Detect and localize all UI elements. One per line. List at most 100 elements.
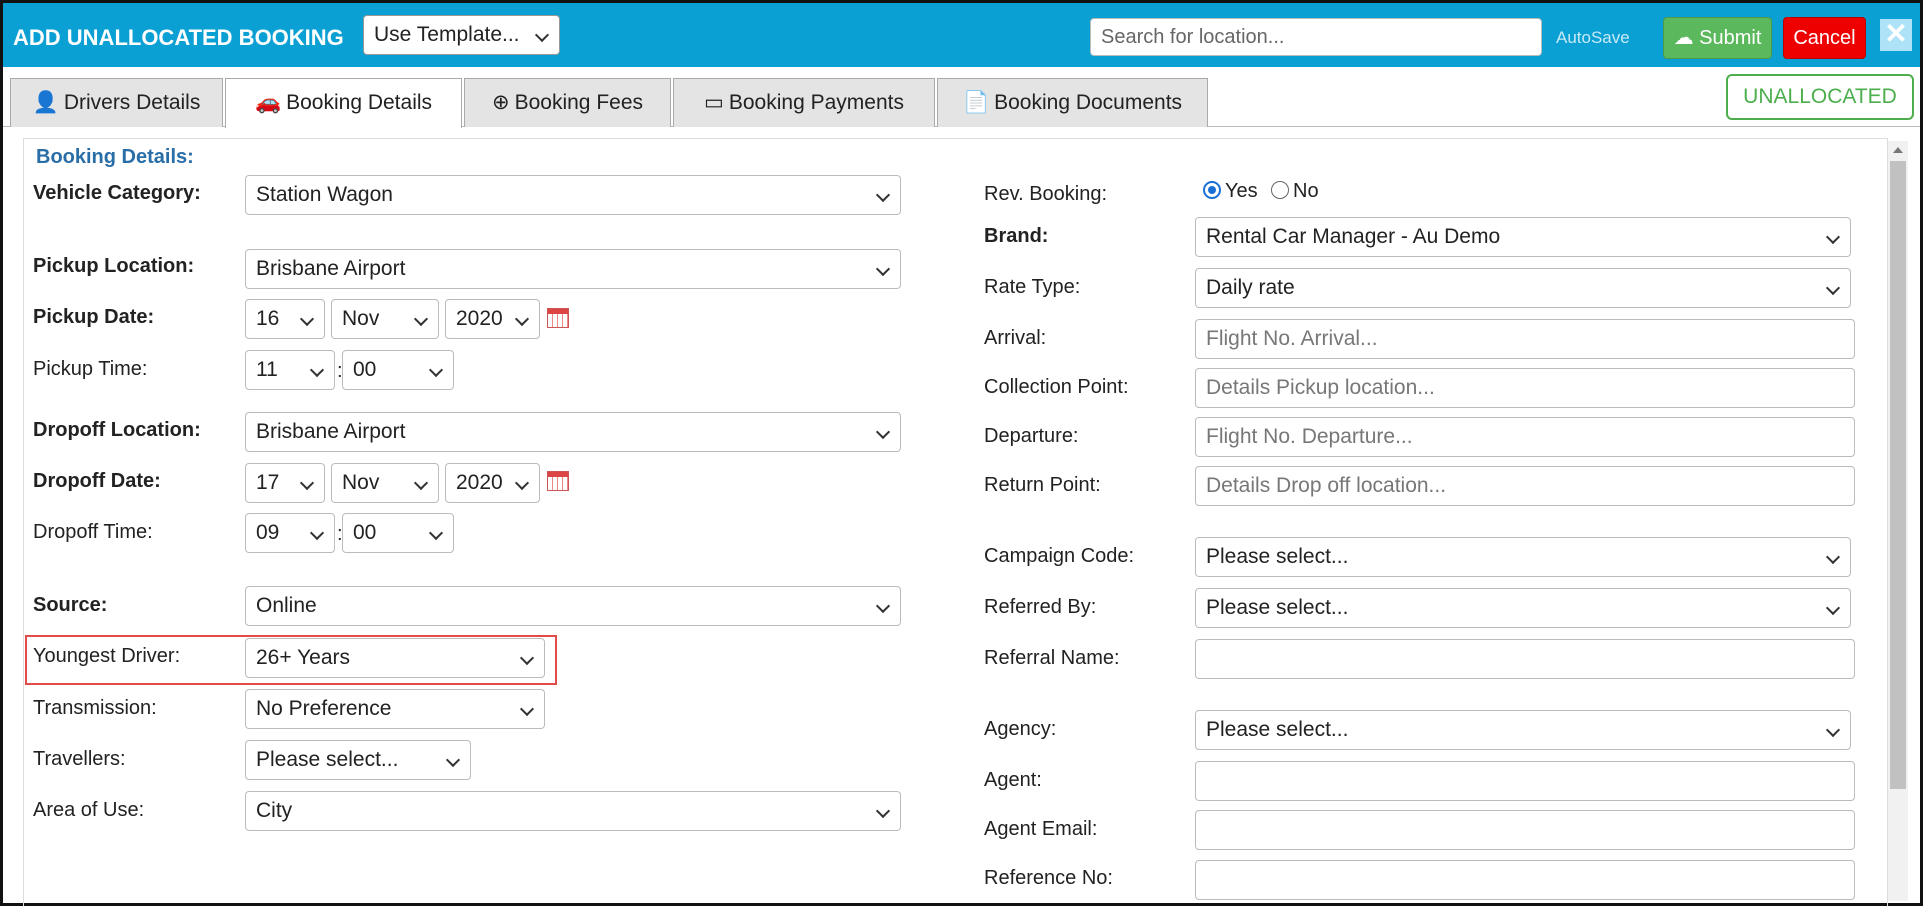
dropoff-time-label: Dropoff Time: bbox=[33, 521, 153, 543]
vehicle-category-label: Vehicle Category: bbox=[33, 182, 201, 204]
chevron-down-icon bbox=[875, 598, 891, 614]
referral-name-input[interactable] bbox=[1195, 639, 1855, 679]
departure-input[interactable]: Flight No. Departure... bbox=[1195, 417, 1855, 457]
pickup-date-label: Pickup Date: bbox=[33, 306, 155, 328]
tab-booking-details[interactable]: 🚗 Booking Details bbox=[225, 78, 462, 128]
chevron-down-icon bbox=[309, 362, 325, 378]
vertical-scrollbar[interactable] bbox=[1888, 141, 1908, 901]
agent-email-label: Agent Email: bbox=[984, 818, 1098, 840]
area-of-use-select[interactable]: City bbox=[245, 791, 901, 831]
pickup-time-label: Pickup Time: bbox=[33, 358, 148, 380]
tab-booking-fees[interactable]: ⊕ Booking Fees bbox=[464, 78, 671, 127]
chevron-down-icon bbox=[519, 701, 535, 717]
chevron-down-icon bbox=[428, 362, 444, 378]
chevron-down-icon bbox=[875, 261, 891, 277]
reference-no-label: Reference No: bbox=[984, 867, 1113, 889]
chevron-down-icon bbox=[445, 752, 461, 768]
rate-type-label: Rate Type: bbox=[984, 276, 1081, 298]
referred-by-label: Referred By: bbox=[984, 596, 1097, 618]
departure-label: Departure: bbox=[984, 425, 1079, 447]
source-select[interactable]: Online bbox=[245, 586, 901, 626]
pickup-month-select[interactable]: Nov bbox=[331, 299, 439, 339]
location-search-input[interactable]: Search for location... bbox=[1090, 18, 1542, 56]
chevron-down-icon bbox=[309, 525, 325, 541]
dropoff-year-select[interactable]: 2020 bbox=[445, 463, 540, 503]
cloud-upload-icon: ☁ bbox=[1673, 27, 1694, 49]
dropoff-date-label: Dropoff Date: bbox=[33, 470, 161, 492]
rate-type-select[interactable]: Daily rate bbox=[1195, 268, 1851, 308]
status-badge: UNALLOCATED bbox=[1726, 74, 1914, 120]
referred-by-select[interactable]: Please select... bbox=[1195, 588, 1851, 628]
tab-booking-payments[interactable]: ▭ Booking Payments bbox=[673, 78, 935, 127]
booking-window: ADD UNALLOCATED BOOKING Use Template... … bbox=[0, 0, 1923, 906]
user-icon: 👤 bbox=[32, 91, 59, 114]
page-title: ADD UNALLOCATED BOOKING bbox=[13, 25, 344, 50]
dropoff-location-select[interactable]: Brisbane Airport bbox=[245, 412, 901, 452]
chevron-down-icon bbox=[299, 475, 315, 491]
close-icon[interactable]: ✕ bbox=[1880, 19, 1912, 51]
arrival-input[interactable]: Flight No. Arrival... bbox=[1195, 319, 1855, 359]
transmission-label: Transmission: bbox=[33, 697, 157, 719]
rev-booking-yes-label: Yes bbox=[1225, 180, 1258, 202]
chevron-down-icon bbox=[428, 525, 444, 541]
cancel-button[interactable]: Cancel bbox=[1783, 17, 1866, 59]
travellers-label: Travellers: bbox=[33, 748, 126, 770]
chevron-down-icon bbox=[534, 27, 550, 43]
dropoff-location-label: Dropoff Location: bbox=[33, 419, 201, 441]
chevron-down-icon bbox=[875, 803, 891, 819]
header-bar: ADD UNALLOCATED BOOKING Use Template... … bbox=[3, 3, 1920, 67]
chevron-down-icon bbox=[299, 311, 315, 327]
collection-point-input[interactable]: Details Pickup location... bbox=[1195, 368, 1855, 408]
rev-booking-no-radio[interactable] bbox=[1271, 181, 1289, 199]
credit-card-icon: ▭ bbox=[704, 91, 724, 114]
chevron-down-icon bbox=[519, 650, 535, 666]
travellers-select[interactable]: Please select... bbox=[245, 740, 471, 780]
agency-label: Agency: bbox=[984, 718, 1057, 740]
arrival-label: Arrival: bbox=[984, 327, 1047, 349]
area-of-use-label: Area of Use: bbox=[33, 799, 145, 821]
use-template-select[interactable]: Use Template... bbox=[363, 15, 560, 55]
rev-booking-no-label: No bbox=[1293, 180, 1319, 202]
reference-no-input[interactable] bbox=[1195, 860, 1855, 900]
chevron-down-icon bbox=[1825, 280, 1841, 296]
transmission-select[interactable]: No Preference bbox=[245, 689, 545, 729]
plus-circle-icon: ⊕ bbox=[491, 91, 510, 114]
agent-input[interactable] bbox=[1195, 761, 1855, 801]
dropoff-day-select[interactable]: 17 bbox=[245, 463, 325, 503]
referral-name-label: Referral Name: bbox=[984, 647, 1120, 669]
vehicle-category-select[interactable]: Station Wagon bbox=[245, 175, 901, 215]
dropoff-hour-select[interactable]: 09 bbox=[245, 513, 335, 553]
return-point-label: Return Point: bbox=[984, 474, 1101, 496]
pickup-minute-select[interactable]: 00 bbox=[342, 350, 454, 390]
pickup-location-select[interactable]: Brisbane Airport bbox=[245, 249, 901, 289]
submit-button[interactable]: ☁ Submit bbox=[1663, 17, 1772, 59]
youngest-driver-select[interactable]: 26+ Years bbox=[245, 638, 545, 678]
calendar-icon[interactable] bbox=[547, 471, 569, 491]
agent-email-input[interactable] bbox=[1195, 810, 1855, 850]
chevron-down-icon bbox=[514, 475, 530, 491]
agency-select[interactable]: Please select... bbox=[1195, 710, 1851, 750]
calendar-icon[interactable] bbox=[547, 308, 569, 328]
return-point-input[interactable]: Details Drop off location... bbox=[1195, 466, 1855, 506]
pickup-year-select[interactable]: 2020 bbox=[445, 299, 540, 339]
car-icon: 🚗 bbox=[254, 91, 282, 114]
agent-label: Agent: bbox=[984, 769, 1042, 791]
dropoff-month-select[interactable]: Nov bbox=[331, 463, 439, 503]
campaign-code-label: Campaign Code: bbox=[984, 545, 1135, 567]
collection-point-label: Collection Point: bbox=[984, 376, 1129, 398]
rev-booking-yes-radio[interactable] bbox=[1203, 181, 1221, 199]
brand-select[interactable]: Rental Car Manager - Au Demo bbox=[1195, 217, 1851, 257]
section-title: Booking Details: bbox=[36, 146, 194, 168]
tab-drivers-details[interactable]: 👤 Drivers Details bbox=[10, 78, 223, 127]
autosave-link[interactable]: AutoSave bbox=[1556, 28, 1630, 48]
scrollbar-thumb[interactable] bbox=[1890, 161, 1906, 789]
campaign-code-select[interactable]: Please select... bbox=[1195, 537, 1851, 577]
tab-booking-documents[interactable]: 📄 Booking Documents bbox=[937, 78, 1208, 127]
youngest-driver-label: Youngest Driver: bbox=[33, 645, 181, 667]
pickup-day-select[interactable]: 16 bbox=[245, 299, 325, 339]
scroll-up-icon[interactable] bbox=[1893, 147, 1903, 153]
source-label: Source: bbox=[33, 594, 108, 616]
dropoff-minute-select[interactable]: 00 bbox=[342, 513, 454, 553]
pickup-hour-select[interactable]: 11 bbox=[245, 350, 335, 390]
document-icon: 📄 bbox=[962, 91, 990, 114]
